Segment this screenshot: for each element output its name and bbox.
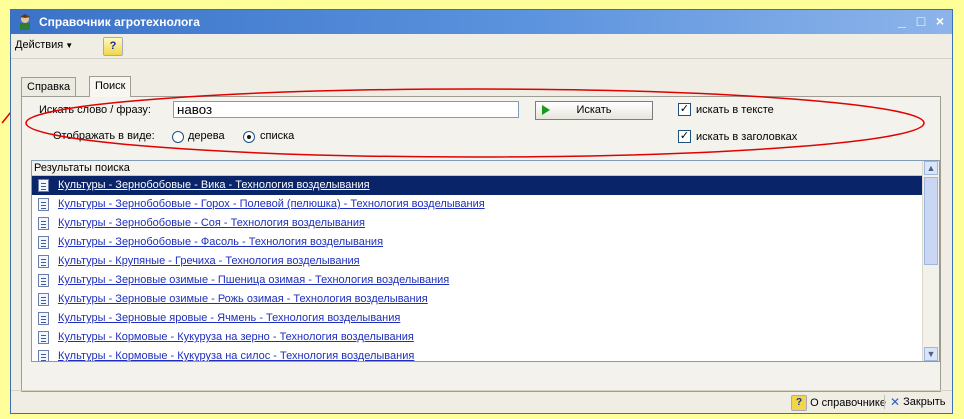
results-scrollbar[interactable]: ▲ ▼	[922, 161, 939, 361]
minimize-button[interactable]: _	[894, 13, 910, 29]
about-label: О справочнике	[810, 396, 886, 409]
document-icon	[38, 236, 49, 249]
results-list[interactable]: Результаты поиска Культуры - Зернобобовы…	[31, 160, 940, 362]
scroll-down-icon[interactable]: ▼	[924, 347, 938, 361]
result-link[interactable]: Культуры - Зерновые яровые - Ячмень - Те…	[58, 312, 400, 324]
scroll-up-icon[interactable]: ▲	[924, 161, 938, 175]
result-link[interactable]: Культуры - Зерновые озимые - Рожь озимая…	[58, 293, 428, 305]
chevron-down-icon: ▼	[65, 41, 74, 50]
document-icon	[38, 198, 49, 211]
document-icon	[38, 274, 49, 287]
annotation-ellipse	[25, 88, 925, 158]
document-icon	[38, 350, 49, 361]
close-icon: ✕	[890, 395, 901, 409]
tab-search[interactable]: Поиск	[89, 76, 132, 97]
title-bar[interactable]: Справочник агротехнолога _ □ ×	[11, 10, 952, 34]
document-icon	[38, 217, 49, 230]
result-link[interactable]: Культуры - Зернобобовые - Вика - Техноло…	[58, 179, 370, 191]
document-icon	[38, 312, 49, 325]
maximize-button[interactable]: □	[913, 13, 929, 29]
agronomist-icon	[20, 14, 30, 30]
status-separator	[884, 395, 885, 409]
document-icon	[38, 293, 49, 306]
list-item[interactable]: Культуры - Зернобобовые - Горох - Полево…	[32, 195, 939, 214]
list-item[interactable]: Культуры - Кормовые - Кукуруза на силос …	[32, 347, 939, 361]
result-link[interactable]: Культуры - Зернобобовые - Соя - Технолог…	[58, 217, 365, 229]
close-label: Закрыть	[903, 395, 946, 408]
main-window: Справочник агротехнолога _ □ × Действия ▼…	[10, 9, 953, 414]
scroll-thumb[interactable]	[924, 177, 938, 265]
list-item[interactable]: Культуры - Зернобобовые - Вика - Техноло…	[32, 176, 939, 195]
list-item[interactable]: Культуры - Зернобобовые - Соя - Технолог…	[32, 214, 939, 233]
result-link[interactable]: Культуры - Крупяные - Гречиха - Технолог…	[58, 255, 360, 267]
result-link[interactable]: Культуры - Зернобобовые - Горох - Полево…	[58, 198, 485, 210]
actions-menu-label: Действия	[15, 39, 64, 51]
list-item[interactable]: Культуры - Крупяные - Гречиха - Технолог…	[32, 252, 939, 271]
document-icon	[38, 255, 49, 268]
results-header: Результаты поиска	[32, 161, 939, 176]
list-item[interactable]: Культуры - Зерновые озимые - Пшеница ози…	[32, 271, 939, 290]
document-icon	[38, 331, 49, 344]
list-item[interactable]: Культуры - Зерновые яровые - Ячмень - Те…	[32, 309, 939, 328]
list-item[interactable]: Культуры - Зернобобовые - Фасоль - Техно…	[32, 233, 939, 252]
menu-bar: Действия ▼ ?	[11, 34, 952, 59]
result-link[interactable]: Культуры - Зерновые озимые - Пшеница ози…	[58, 274, 449, 286]
status-bar: ? О справочнике ✕ Закрыть	[11, 390, 952, 413]
close-button[interactable]: ✕ Закрыть	[890, 395, 946, 409]
result-link[interactable]: Культуры - Кормовые - Кукуруза на зерно …	[58, 331, 414, 343]
document-icon	[38, 179, 49, 192]
list-item[interactable]: Культуры - Зерновые озимые - Рожь озимая…	[32, 290, 939, 309]
actions-menu[interactable]: Действия ▼	[15, 39, 73, 51]
list-item[interactable]: Культуры - Кормовые - Кукуруза на зерно …	[32, 328, 939, 347]
question-icon: ?	[791, 395, 807, 411]
result-link[interactable]: Культуры - Зернобобовые - Фасоль - Техно…	[58, 236, 383, 248]
about-button[interactable]: ? О справочнике	[791, 395, 886, 411]
close-window-button[interactable]: ×	[932, 13, 948, 29]
result-link[interactable]: Культуры - Кормовые - Кукуруза на силос …	[58, 350, 414, 361]
help-button[interactable]: ?	[103, 37, 123, 56]
window-title: Справочник агротехнолога	[39, 15, 200, 29]
